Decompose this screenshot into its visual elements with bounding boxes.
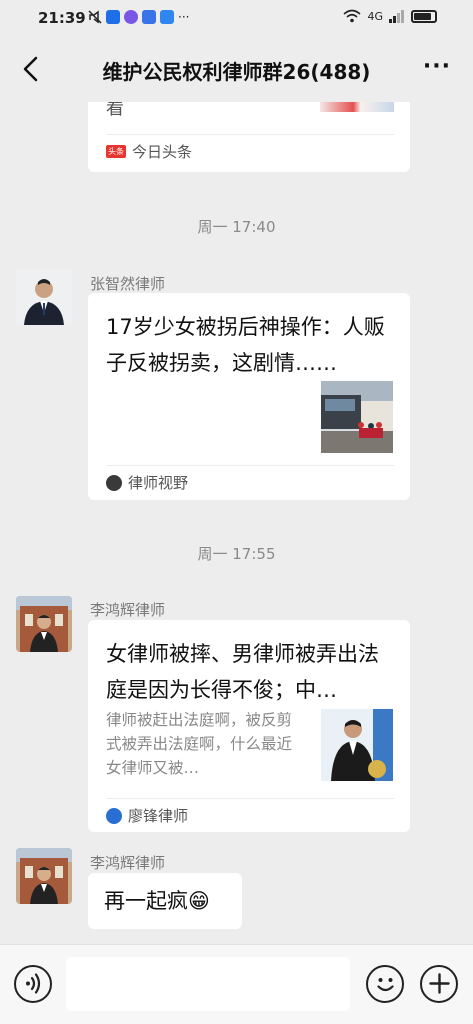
article-title: 17岁少女被拐后神操作：人贩子反被拐卖，这剧情…… [106, 315, 385, 375]
more-notifications-icon: ··· [178, 10, 190, 24]
shield-app-icon [106, 10, 120, 24]
notification-icons: ··· [88, 10, 189, 24]
article-source-name: 今日头条 [132, 143, 193, 161]
message-text: 再一起疯😁 [104, 889, 210, 913]
source-avatar-icon [106, 807, 122, 824]
more-button[interactable]: ··· [423, 54, 451, 79]
article-card-partial[interactable]: 看 头条 今日头条 [88, 102, 410, 172]
graduation-app-icon [142, 10, 156, 24]
avatar[interactable] [16, 848, 72, 904]
mute-icon [88, 10, 102, 24]
emoji-icon [376, 978, 394, 992]
article-title: 女律师被摔、男律师被弄出法庭是因为长得不俊；中… [106, 642, 379, 702]
article-source: 律师视野 [106, 465, 394, 499]
article-source-name: 廖锋律师 [128, 807, 189, 825]
article-thumbnail [320, 102, 394, 112]
article-thumbnail [321, 381, 393, 453]
chat-header: 维护公民权利律师群26(488) ··· [0, 36, 473, 102]
avatar-photo [16, 848, 72, 904]
input-bar [0, 944, 473, 1024]
sender-name: 张智然律师 [90, 275, 166, 293]
timestamp: 周一 17:40 [197, 218, 276, 236]
status-right: 4G [343, 9, 437, 23]
chat-title: 维护公民权利律师群26(488) [102, 60, 371, 84]
article-source-name: 律师视野 [128, 474, 189, 492]
cloud-app-icon [160, 10, 174, 24]
message-list[interactable]: 看 头条 今日头条 周一 17:40 张智然律师 17岁少女被拐后神操作：人贩子… [0, 102, 473, 944]
wifi-icon [343, 9, 361, 23]
avatar-photo [16, 269, 72, 325]
source-avatar-icon [106, 474, 122, 491]
status-bar: 21:39 ··· 4G [0, 0, 473, 36]
article-thumbnail [321, 709, 393, 781]
avatar[interactable] [16, 269, 72, 325]
sender-name: 李鸿辉律师 [90, 854, 166, 872]
network-type: 4G [367, 9, 383, 23]
timestamp: 周一 17:55 [197, 545, 276, 563]
back-button[interactable] [14, 50, 48, 88]
text-message-bubble[interactable]: 再一起疯😁 [88, 873, 242, 929]
article-card[interactable]: 女律师被摔、男律师被弄出法庭是因为长得不俊；中… 律师被赶出法庭啊，被反剪式被弄… [88, 620, 410, 832]
article-title-tail: 看 [106, 102, 124, 119]
chevron-left-icon [23, 56, 38, 82]
article-card[interactable]: 17岁少女被拐后神操作：人贩子反被拐卖，这剧情…… 律师视野 [88, 293, 410, 500]
message-input[interactable] [66, 957, 350, 1011]
avatar-photo [16, 596, 72, 652]
signal-icon [389, 9, 404, 23]
sender-name: 李鸿辉律师 [90, 601, 166, 619]
voice-button[interactable] [14, 965, 52, 1003]
plus-icon [428, 973, 450, 994]
music-app-icon [124, 10, 138, 24]
article-description: 律师被赶出法庭啊，被反剪式被弄出法庭啊，什么最近女律师又被… [106, 711, 293, 777]
status-time: 21:39 [38, 9, 86, 27]
article-source: 头条 今日头条 [106, 134, 394, 168]
toutiao-badge: 头条 [106, 145, 126, 158]
battery-icon [411, 9, 437, 23]
plus-button[interactable] [420, 965, 458, 1003]
article-source: 廖锋律师 [106, 798, 394, 832]
emoji-button[interactable] [366, 965, 404, 1003]
avatar[interactable] [16, 596, 72, 652]
voice-icon [25, 973, 40, 994]
